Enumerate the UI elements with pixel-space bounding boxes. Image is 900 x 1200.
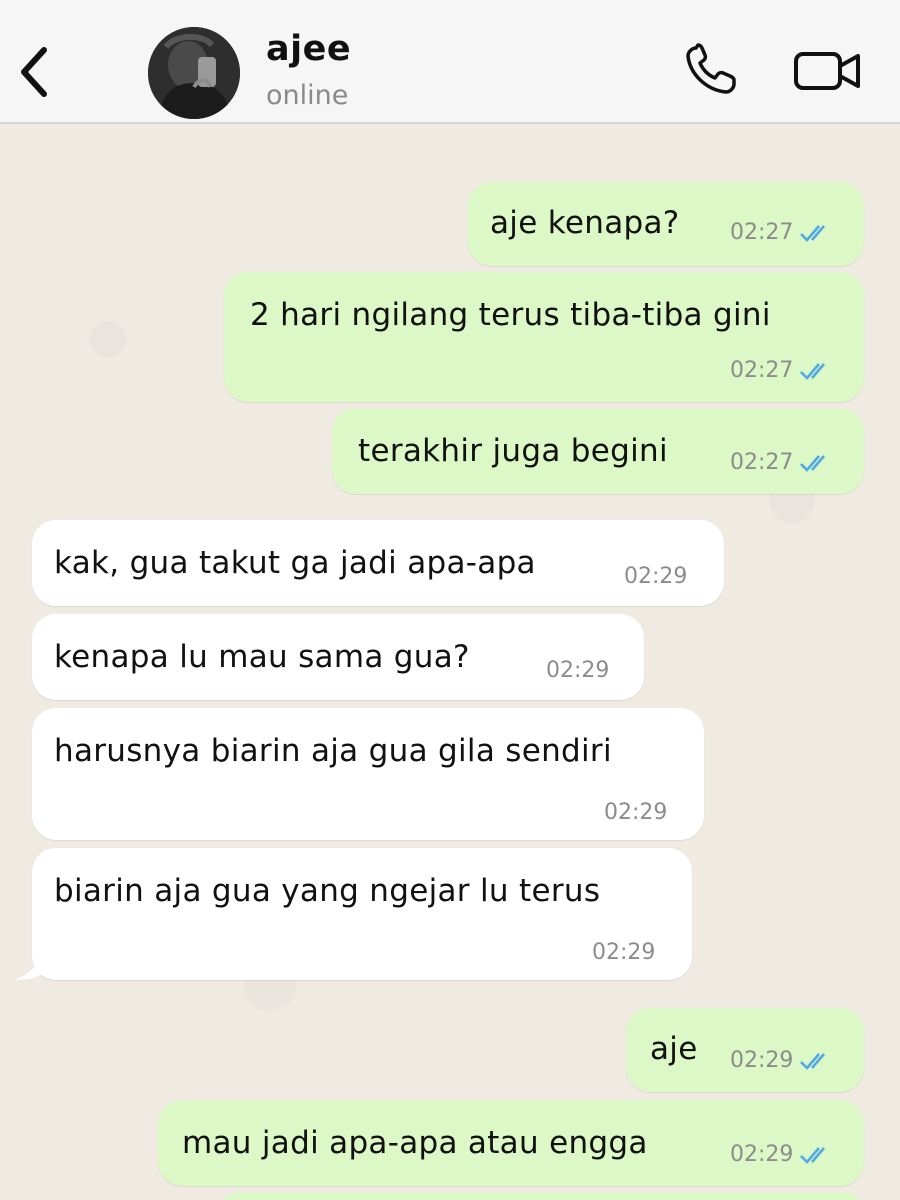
double-check-icon: [800, 1053, 826, 1070]
outgoing-message-partial[interactable]: [220, 1192, 864, 1200]
message-time: 02:29: [592, 940, 656, 965]
message-time: 02:27: [730, 450, 794, 475]
message-text: terakhir juga begini: [358, 433, 668, 469]
video-camera-icon: [794, 52, 860, 90]
message-meta: 02:29: [730, 1050, 833, 1072]
message-time: 02:27: [730, 358, 794, 383]
back-button[interactable]: [12, 40, 56, 104]
outgoing-message[interactable]: aje kenapa? 02:27: [468, 182, 864, 266]
message-meta: 02:29: [624, 566, 687, 588]
message-time: 02:27: [730, 220, 794, 245]
outgoing-message[interactable]: aje 02:29: [626, 1008, 864, 1092]
incoming-message[interactable]: kenapa lu mau sama gua? 02:29: [32, 614, 644, 700]
double-check-icon: [800, 455, 826, 472]
message-time: 02:29: [546, 658, 610, 683]
contact-name[interactable]: ajee: [266, 32, 351, 67]
double-check-icon: [800, 1147, 826, 1164]
incoming-message[interactable]: biarin aja gua yang ngejar lu terus 02:2…: [32, 848, 692, 980]
outgoing-message[interactable]: mau jadi apa-apa atau engga 02:29: [158, 1100, 864, 1186]
message-text: aje: [650, 1031, 698, 1067]
incoming-message[interactable]: harusnya biarin aja gua gila sendiri 02:…: [32, 708, 704, 840]
message-meta: 02:27: [730, 360, 833, 382]
voice-call-button[interactable]: [682, 42, 742, 98]
message-meta: 02:29: [546, 660, 609, 682]
chat-area[interactable]: aje kenapa? 02:27 2 hari ngilang terus t…: [0, 124, 900, 1200]
message-text: biarin aja gua yang ngejar lu terus: [54, 873, 601, 909]
message-text: kenapa lu mau sama gua?: [54, 639, 470, 675]
message-time: 02:29: [730, 1142, 794, 1167]
message-text: 2 hari ngilang terus tiba-tiba gini: [250, 297, 771, 333]
chat-header: ajee online: [0, 0, 900, 124]
message-meta: 02:27: [730, 452, 833, 474]
message-time: 02:29: [730, 1048, 794, 1073]
incoming-message[interactable]: kak, gua takut ga jadi apa-apa 02:29: [32, 520, 724, 606]
message-text: kak, gua takut ga jadi apa-apa: [54, 545, 536, 581]
video-call-button[interactable]: [792, 46, 864, 94]
message-time: 02:29: [624, 564, 688, 589]
contact-avatar[interactable]: [148, 27, 240, 119]
message-time: 02:29: [604, 800, 668, 825]
message-meta: 02:27: [730, 222, 833, 244]
message-text: mau jadi apa-apa atau engga: [182, 1125, 648, 1161]
contact-status: online: [266, 80, 349, 111]
phone-icon: [686, 43, 736, 94]
outgoing-message[interactable]: 2 hari ngilang terus tiba-tiba gini 02:2…: [224, 272, 864, 402]
bubble-tail: [14, 950, 42, 980]
outgoing-message[interactable]: terakhir juga begini 02:27: [332, 408, 864, 494]
double-check-icon: [800, 363, 826, 380]
message-meta: 02:29: [592, 942, 655, 964]
message-text: harusnya biarin aja gua gila sendiri: [54, 733, 612, 769]
double-check-icon: [800, 225, 826, 242]
message-text: aje kenapa?: [490, 205, 680, 241]
avatar-photo: [148, 27, 240, 119]
message-meta: 02:29: [604, 802, 667, 824]
chevron-left-icon: [21, 47, 47, 97]
message-meta: 02:29: [730, 1144, 833, 1166]
